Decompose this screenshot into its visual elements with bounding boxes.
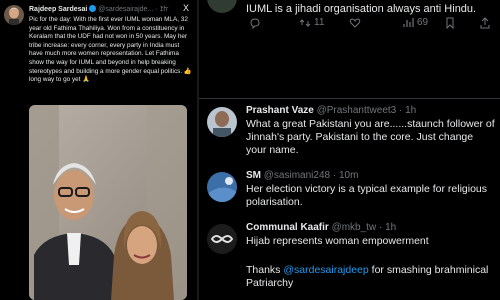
reply-text-prefix: Thanks <box>246 264 284 276</box>
more-options-icon[interactable]: ··· <box>161 3 169 12</box>
tweet-photo[interactable] <box>29 105 187 300</box>
reply-author[interactable]: Prashant Vaze <box>246 105 314 116</box>
left-tweet-text: Pic for the day: With the first ever IUM… <box>29 16 192 84</box>
views-icon[interactable] <box>402 17 414 32</box>
reply-handle[interactable]: @mkb_tw <box>332 222 377 233</box>
reply-item[interactable]: Prashant Vaze @Prashanttweet3 · 1h What … <box>199 105 500 165</box>
reply-text: Her election victory is a typical exampl… <box>246 183 488 208</box>
share-icon[interactable] <box>479 17 491 32</box>
reply-icon[interactable] <box>249 17 261 32</box>
reply-time[interactable]: 10m <box>339 170 358 181</box>
retweet-icon[interactable] <box>299 17 311 32</box>
like-icon[interactable] <box>349 17 361 32</box>
reply-author[interactable]: SM <box>246 170 261 181</box>
reply-item[interactable]: SM @sasimani248 · 10m Her election victo… <box>199 170 500 220</box>
reply-text: What a great Pakistani you are......stau… <box>246 118 495 156</box>
prashant-avatar[interactable] <box>207 107 237 137</box>
replies-panel: IUML is a jihadi organisation always ant… <box>199 0 500 300</box>
section-divider <box>199 98 500 99</box>
reply-item[interactable]: Communal Kaafir @mkb_tw · 1h Hijab repre… <box>199 222 500 300</box>
author-handle[interactable]: @sardesairajde... <box>98 6 153 13</box>
reply-header: SM @sasimani248 · 10m <box>246 170 359 181</box>
tweet-actions-bar: 11 69 <box>199 17 500 33</box>
mention-link[interactable]: @sardesairajdeep <box>283 264 368 276</box>
sm-avatar[interactable] <box>207 172 237 202</box>
close-icon[interactable]: X <box>183 3 189 13</box>
reply-handle[interactable]: @Prashanttweet3 <box>317 105 397 116</box>
view-count: 69 <box>417 17 429 28</box>
reply-time[interactable]: 1h <box>385 222 396 233</box>
top-tweet-text: IUML is a jihadi organisation always ant… <box>246 3 477 15</box>
verified-icon <box>89 5 97 12</box>
reply-header: Communal Kaafir @mkb_tw · 1h <box>246 222 397 233</box>
bookmark-icon[interactable] <box>444 17 456 32</box>
left-tweet-panel: Rajdeep Sardesai @sardesairajde... · 1h … <box>0 0 197 300</box>
rajdeep-avatar[interactable] <box>4 5 24 25</box>
author-name[interactable]: Rajdeep Sardesai <box>29 6 87 13</box>
reply-author[interactable]: Communal Kaafir <box>246 222 329 233</box>
reply-text-line1: Hijab represents woman empowerment <box>246 235 429 247</box>
left-tweet-header: Rajdeep Sardesai @sardesairajde... · 1h <box>29 5 168 13</box>
reply-header: Prashant Vaze @Prashanttweet3 · 1h <box>246 105 417 116</box>
reply-time[interactable]: 1h <box>405 105 416 116</box>
retweet-count: 11 <box>314 17 325 28</box>
top-tweet-avatar[interactable] <box>207 0 237 13</box>
reply-handle[interactable]: @sasimani248 <box>264 170 330 181</box>
communal-kaafir-avatar[interactable] <box>207 224 237 254</box>
reply-text-line2: Thanks @sardesairajdeep for smashing bra… <box>246 264 496 290</box>
